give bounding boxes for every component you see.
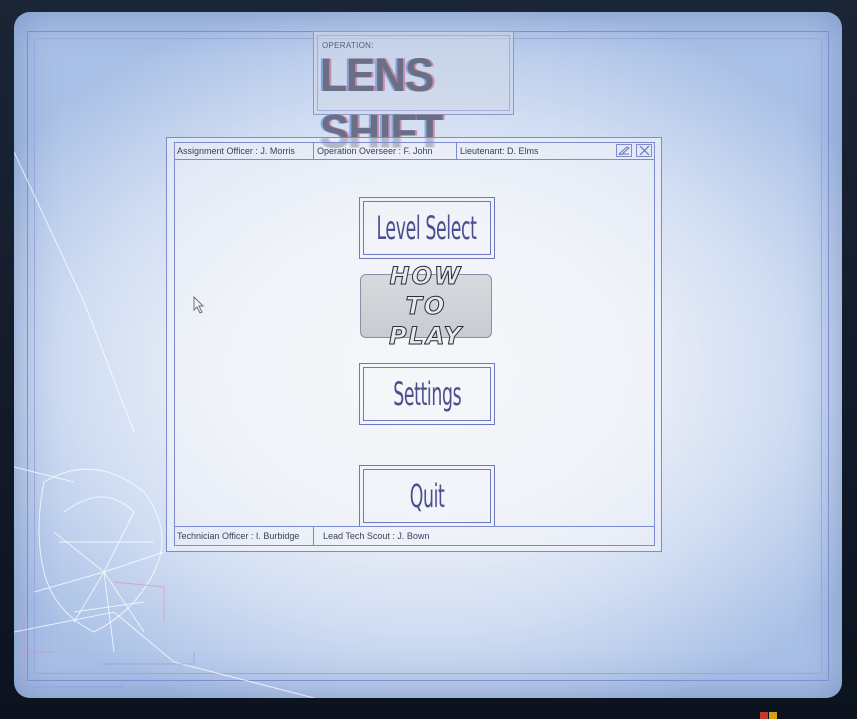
edit-icon[interactable]	[616, 144, 632, 157]
credits-footer: Technician Officer : I. Burbidge Lead Te…	[175, 526, 654, 545]
taskbar-logo-icon	[760, 712, 777, 719]
settings-button[interactable]: Settings	[359, 363, 495, 425]
credits-header: Assignment Officer : J. Morris Operation…	[175, 143, 654, 160]
quit-label: Quit	[409, 477, 445, 515]
header-divider	[313, 143, 314, 159]
level-select-label: Level Select	[376, 209, 478, 247]
main-menu-frame: Assignment Officer : J. Morris Operation…	[174, 142, 655, 546]
how-to-play-button[interactable]: HOW TO PLAY	[360, 262, 492, 351]
header-divider	[456, 143, 457, 159]
lieutenant-credit: Lieutenant: D. Elms	[460, 146, 539, 156]
assignment-officer-credit: Assignment Officer : J. Morris	[177, 146, 295, 156]
operation-overseer-credit: Operation Overseer : F. John	[317, 146, 433, 156]
close-icon[interactable]	[636, 144, 652, 157]
mouse-cursor-icon	[193, 296, 205, 314]
main-menu-panel: Assignment Officer : J. Morris Operation…	[166, 137, 662, 552]
how-to-play-label: HOW TO PLAY	[388, 262, 464, 351]
quit-button[interactable]: Quit	[359, 465, 495, 527]
lead-tech-scout-credit: Lead Tech Scout : J. Bown	[323, 531, 430, 541]
level-select-button[interactable]: Level Select	[359, 197, 495, 259]
footer-divider	[313, 527, 314, 545]
settings-label: Settings	[393, 375, 461, 413]
technician-officer-credit: Technician Officer : I. Burbidge	[177, 531, 300, 541]
game-logo: OPERATION: LENS SHIFT	[313, 31, 514, 158]
